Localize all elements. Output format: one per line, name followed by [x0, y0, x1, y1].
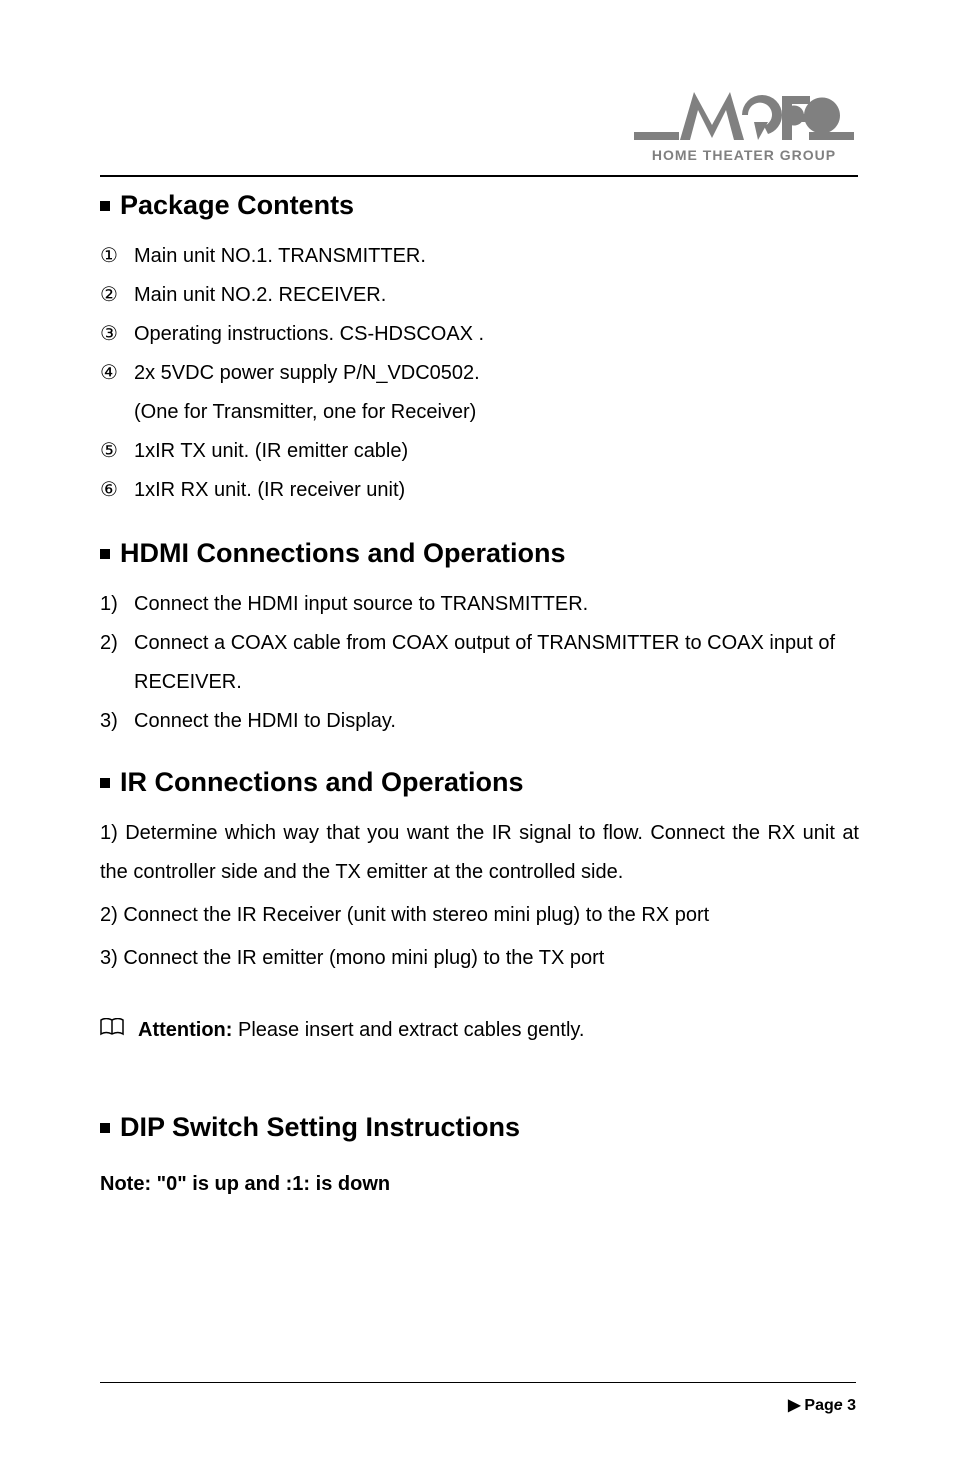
square-bullet-icon [100, 1123, 110, 1133]
list-text: 2x 5VDC power supply P/N_VDC0502. [134, 354, 480, 393]
list-text: Connect the HDMI to Display. [134, 702, 396, 741]
attention-note: Attention: Please insert and extract cab… [100, 1018, 859, 1042]
list-marker: 1) [100, 585, 134, 624]
list-marker: 2) [100, 624, 134, 702]
attention-text: Attention: Please insert and extract cab… [138, 1019, 584, 1042]
list-marker: ④ [100, 354, 134, 393]
list-marker [100, 393, 134, 432]
list-item: 1)Connect the HDMI input source to TRANS… [100, 585, 859, 624]
list-text: Connect a COAX cable from COAX output of… [134, 624, 859, 702]
list-item: ⑤1xIR TX unit. (IR emitter cable) [100, 432, 859, 471]
content-area: Package Contents ①Main unit NO.1. TRANSM… [100, 90, 859, 1196]
hdmi-list: 1)Connect the HDMI input source to TRANS… [100, 585, 859, 741]
heading-hdmi-connections: HDMI Connections and Operations [100, 538, 859, 569]
ir-paragraph: 3) Connect the IR emitter (mono mini plu… [100, 939, 859, 978]
heading-text: DIP Switch Setting Instructions [120, 1112, 520, 1143]
dip-note: Note: "0" is up and :1: is down [100, 1173, 859, 1196]
list-item: 2)Connect a COAX cable from COAX output … [100, 624, 859, 702]
arrow-right-icon: ▶ [788, 1397, 800, 1414]
list-marker: ⑥ [100, 471, 134, 510]
page-container: HOME THEATER GROUP Package Contents ①Mai… [0, 0, 954, 1196]
list-marker: ③ [100, 315, 134, 354]
list-text: 1xIR RX unit. (IR receiver unit) [134, 471, 405, 510]
heading-text: IR Connections and Operations [120, 767, 524, 798]
list-text: Main unit NO.2. RECEIVER. [134, 276, 386, 315]
header-divider [100, 175, 858, 177]
logo-block: HOME THEATER GROUP [634, 90, 854, 163]
ir-paragraph: 1) Determine which way that you want the… [100, 814, 859, 892]
list-text: (One for Transmitter, one for Receiver) [134, 393, 476, 432]
heading-dip-switch: DIP Switch Setting Instructions [100, 1112, 859, 1143]
page-footer: ▶Page 3 [100, 1382, 856, 1415]
list-item: (One for Transmitter, one for Receiver) [100, 393, 859, 432]
list-text: Connect the HDMI input source to TRANSMI… [134, 585, 588, 624]
list-item: ①Main unit NO.1. TRANSMITTER. [100, 237, 859, 276]
heading-ir-connections: IR Connections and Operations [100, 767, 859, 798]
heading-package-contents: Package Contents [100, 190, 859, 221]
list-text: Operating instructions. CS-HDSCOAX . [134, 315, 484, 354]
logo-subtitle: HOME THEATER GROUP [634, 147, 854, 163]
list-item: 3)Connect the HDMI to Display. [100, 702, 859, 741]
heading-text: HDMI Connections and Operations [120, 538, 566, 569]
list-item: ③Operating instructions. CS-HDSCOAX . [100, 315, 859, 354]
list-marker: 3) [100, 702, 134, 741]
page-number: 3 [843, 1397, 856, 1414]
list-text: Main unit NO.1. TRANSMITTER. [134, 237, 426, 276]
attention-body: Please insert and extract cables gently. [232, 1019, 584, 1041]
list-text: 1xIR TX unit. (IR emitter cable) [134, 432, 408, 471]
page-label: Pag [804, 1397, 833, 1414]
footer-divider [100, 1382, 856, 1383]
page-label-italic: e [834, 1397, 843, 1414]
book-icon [100, 1018, 124, 1042]
ir-paragraph: 2) Connect the IR Receiver (unit with st… [100, 896, 859, 935]
square-bullet-icon [100, 549, 110, 559]
list-item: ②Main unit NO.2. RECEIVER. [100, 276, 859, 315]
list-item: ⑥1xIR RX unit. (IR receiver unit) [100, 471, 859, 510]
logo-mark [634, 90, 854, 145]
footer-page-number: ▶Page 3 [100, 1395, 856, 1415]
square-bullet-icon [100, 778, 110, 788]
heading-text: Package Contents [120, 190, 354, 221]
list-item: ④2x 5VDC power supply P/N_VDC0502. [100, 354, 859, 393]
square-bullet-icon [100, 201, 110, 211]
list-marker: ⑤ [100, 432, 134, 471]
attention-label: Attention: [138, 1019, 232, 1041]
list-marker: ① [100, 237, 134, 276]
package-list: ①Main unit NO.1. TRANSMITTER. ②Main unit… [100, 237, 859, 510]
list-marker: ② [100, 276, 134, 315]
